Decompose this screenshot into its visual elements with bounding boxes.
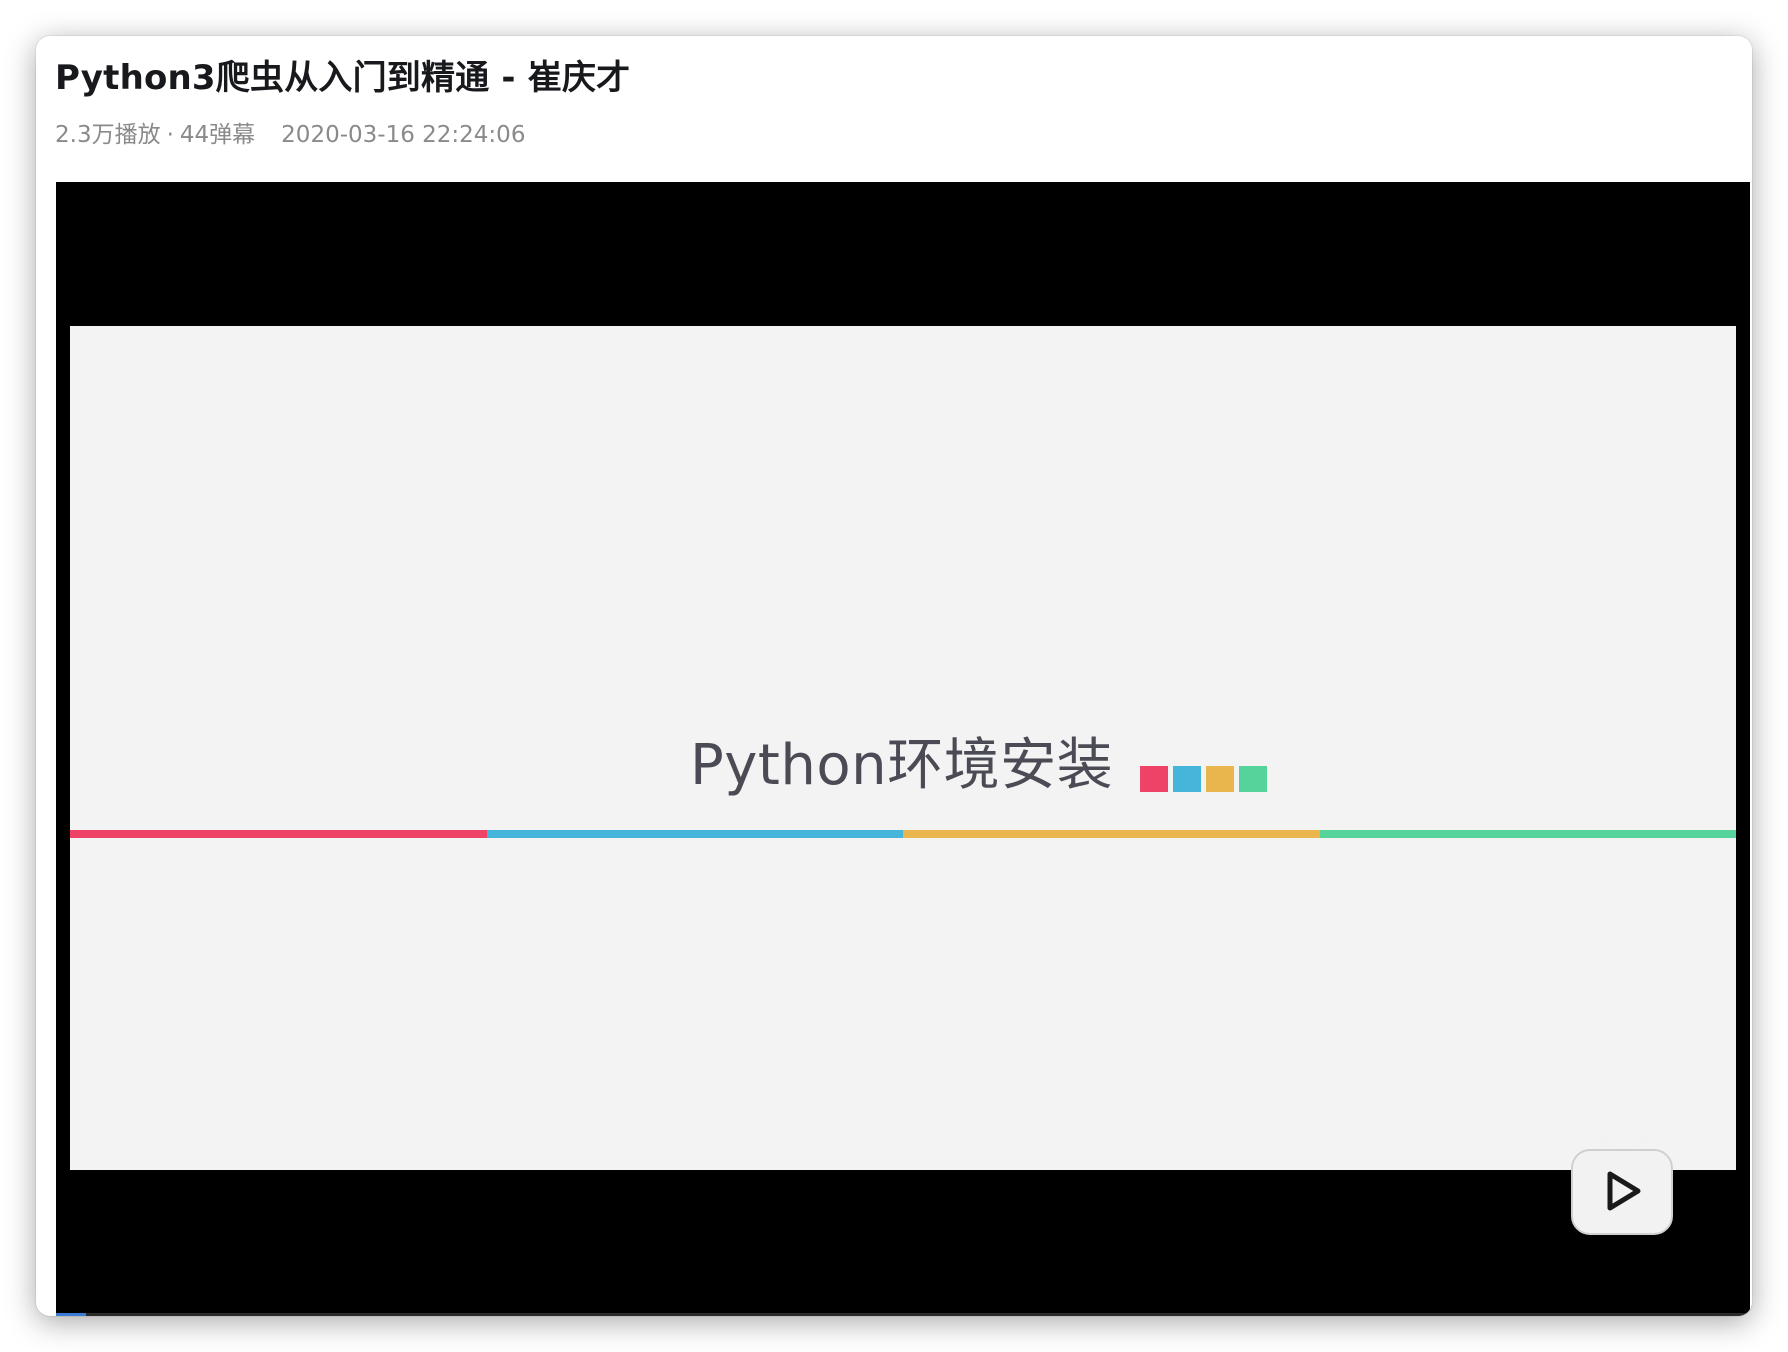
publish-date: 2020-03-16 22:24:06	[281, 122, 526, 148]
slide-color-stripe	[70, 830, 1736, 838]
slide-color-squares	[1140, 766, 1267, 792]
stripe-segment-yellow	[903, 830, 1320, 838]
slide-square-yellow	[1206, 766, 1234, 792]
meta-separator: ·	[166, 122, 174, 148]
stripe-segment-blue	[486, 830, 903, 838]
bilibili-tv-play-icon[interactable]	[1566, 1134, 1678, 1238]
slide-heading: Python环境安装	[690, 733, 1114, 798]
progress-bar[interactable]	[56, 1313, 1750, 1316]
video-card: Python3爬虫从入门到精通 - 崔庆才 2.3万播放 · 44弹幕 2020-03…	[36, 36, 1752, 1316]
video-frame: Python环境安装	[70, 326, 1736, 1170]
progress-fill	[56, 1313, 87, 1316]
slide-square-green	[1239, 766, 1267, 792]
stripe-segment-green	[1319, 830, 1736, 838]
stripe-segment-red	[70, 830, 487, 838]
danmaku-count: 44弹幕	[179, 122, 256, 148]
video-meta: 2.3万播放 · 44弹幕 2020-03-16 22:24:06	[55, 115, 525, 149]
slide-square-blue	[1173, 766, 1201, 792]
play-count: 2.3万播放	[55, 122, 161, 148]
video-title[interactable]: Python3爬虫从入门到精通 - 崔庆才	[55, 50, 630, 99]
video-player[interactable]: Python环境安装	[56, 182, 1750, 1316]
slide-square-red	[1140, 766, 1168, 792]
